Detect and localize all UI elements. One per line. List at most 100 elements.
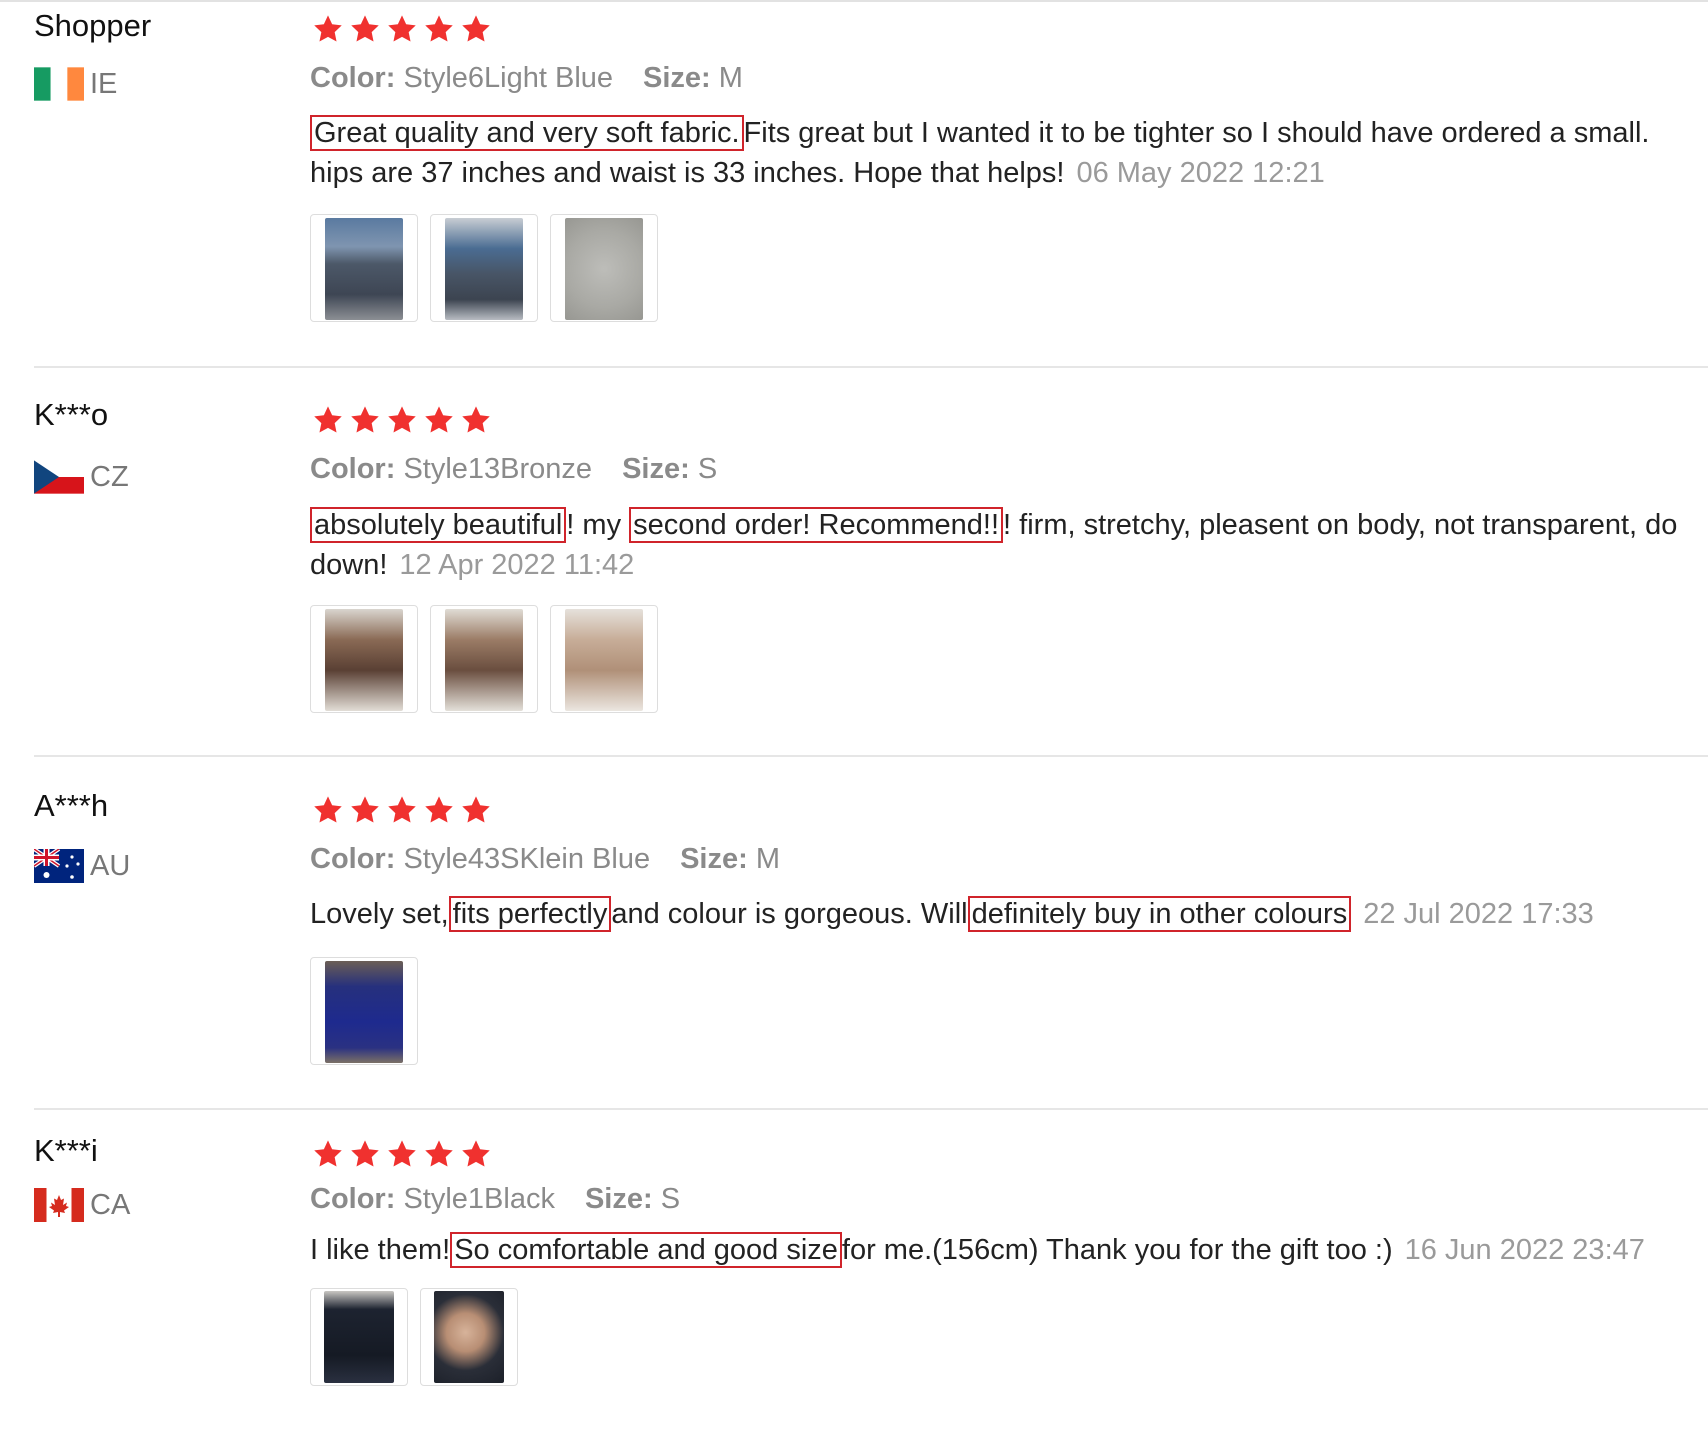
color-value: Style1Black	[403, 1183, 555, 1215]
size-value: S	[660, 1183, 681, 1215]
review-photos	[310, 214, 658, 322]
color-label: Color:	[310, 62, 396, 94]
star-icon	[349, 13, 381, 45]
review-photo-thumbnail[interactable]	[550, 214, 658, 322]
review-divider	[34, 366, 1708, 368]
review-text: I like them! So comfortable and good size…	[310, 1230, 1708, 1270]
review-text: Lovely set, fits perfectly and colour is g…	[310, 894, 1708, 934]
size-label: Size:	[643, 62, 711, 94]
highlighted-phrase: fits perfectly	[448, 896, 612, 932]
star-icon	[349, 794, 381, 826]
review-text-segment: for me.(156cm) Thank you for the gift to…	[841, 1234, 1393, 1266]
star-icon	[312, 13, 344, 45]
review-text-segment: Fits great but I wanted it to be tighter…	[743, 117, 1650, 149]
review-divider	[34, 1108, 1708, 1110]
star-icon	[460, 404, 492, 436]
star-icon	[386, 13, 418, 45]
color-label: Color:	[310, 843, 396, 875]
review-text-segment: down!	[310, 549, 388, 581]
size-value: M	[718, 62, 743, 94]
country-code: CZ	[90, 460, 129, 493]
sku-attributes: Color: Style1Black Size: S	[310, 1183, 680, 1216]
star-icon	[460, 794, 492, 826]
review-photo-thumbnail[interactable]	[310, 1288, 408, 1386]
review-date: 22 Jul 2022 17:33	[1363, 898, 1594, 930]
review-date: 16 Jun 2022 23:47	[1404, 1234, 1645, 1266]
sku-attributes: Color: Style43SKlein Blue Size: M	[310, 843, 780, 876]
review-date: 06 May 2022 12:21	[1076, 157, 1325, 189]
review-date: 12 Apr 2022 11:42	[399, 549, 635, 581]
review-photos	[310, 605, 658, 713]
review-text-segment: I like them!	[310, 1234, 451, 1266]
buyer-name: K***i	[34, 1133, 98, 1168]
buyer-country: CZ	[34, 457, 129, 497]
review-photo-thumbnail[interactable]	[310, 214, 418, 322]
size-label: Size:	[584, 1183, 653, 1215]
review-photo-thumbnail[interactable]	[420, 1288, 518, 1386]
buyer-name: K***o	[34, 397, 109, 432]
star-icon	[423, 1138, 455, 1170]
canada-flag-icon	[34, 1188, 84, 1222]
review-photo-thumbnail[interactable]	[550, 605, 658, 713]
buyer-name: A***h	[34, 788, 109, 823]
review-text-segment: ! firm, stretchy, pleasent on body, not …	[1003, 509, 1678, 541]
star-rating	[312, 13, 492, 45]
star-icon	[349, 404, 381, 436]
star-icon	[386, 1138, 418, 1170]
review-text: Great quality and very soft fabric. Fits …	[310, 113, 1708, 193]
buyer-name: Shopper	[34, 8, 152, 43]
review-photo-thumbnail[interactable]	[430, 214, 538, 322]
country-code: CA	[90, 1188, 131, 1221]
star-icon	[386, 404, 418, 436]
country-code: AU	[90, 849, 131, 882]
review-photos	[310, 957, 418, 1065]
review-photo-thumbnail[interactable]	[430, 605, 538, 713]
country-code: IE	[90, 67, 118, 100]
star-icon	[312, 794, 344, 826]
review-text-segment: hips are 37 inches and waist is 33 inche…	[310, 157, 1065, 189]
star-icon	[423, 794, 455, 826]
highlighted-phrase: Great quality and very soft fabric.	[310, 115, 744, 151]
buyer-country: CA	[34, 1185, 130, 1225]
color-label: Color:	[310, 453, 396, 485]
star-icon	[423, 13, 455, 45]
review-photos	[310, 1288, 518, 1386]
color-label: Color:	[310, 1183, 396, 1215]
review-text-segment: and colour is gorgeous. Will	[611, 898, 968, 930]
sku-attributes: Color: Style13Bronze Size: S	[310, 453, 717, 486]
star-rating	[312, 404, 492, 436]
star-rating	[312, 1138, 492, 1170]
review-divider	[34, 755, 1708, 757]
highlighted-phrase: So comfortable and good size	[450, 1232, 842, 1268]
star-icon	[460, 13, 492, 45]
ireland-flag-icon	[34, 67, 84, 101]
highlighted-phrase: second order! Recommend!!	[629, 507, 1004, 543]
star-icon	[386, 794, 418, 826]
buyer-country: AU	[34, 846, 130, 886]
highlighted-phrase: definitely buy in other colours	[967, 896, 1352, 932]
size-label: Size:	[622, 453, 690, 485]
review-photo-thumbnail[interactable]	[310, 957, 418, 1065]
review-text-segment: ! my	[566, 509, 622, 541]
review-text-segment: Lovely set,	[310, 898, 449, 930]
star-icon	[460, 1138, 492, 1170]
czech-flag-icon	[34, 460, 84, 494]
australia-flag-icon	[34, 849, 84, 883]
sku-attributes: Color: Style6Light Blue Size: M	[310, 62, 743, 95]
star-icon	[312, 404, 344, 436]
size-value: S	[697, 453, 718, 485]
size-label: Size:	[680, 843, 748, 875]
top-divider	[0, 0, 1708, 2]
star-icon	[349, 1138, 381, 1170]
star-icon	[312, 1138, 344, 1170]
color-value: Style13Bronze	[403, 453, 593, 485]
color-value: Style6Light Blue	[403, 62, 614, 94]
review-photo-thumbnail[interactable]	[310, 605, 418, 713]
highlighted-phrase: absolutely beautiful	[310, 507, 567, 543]
review-text: absolutely beautiful! my second order! R…	[310, 505, 1708, 585]
color-value: Style43SKlein Blue	[403, 843, 651, 875]
star-icon	[423, 404, 455, 436]
size-value: M	[755, 843, 781, 875]
buyer-country: IE	[34, 64, 117, 104]
star-rating	[312, 794, 492, 826]
